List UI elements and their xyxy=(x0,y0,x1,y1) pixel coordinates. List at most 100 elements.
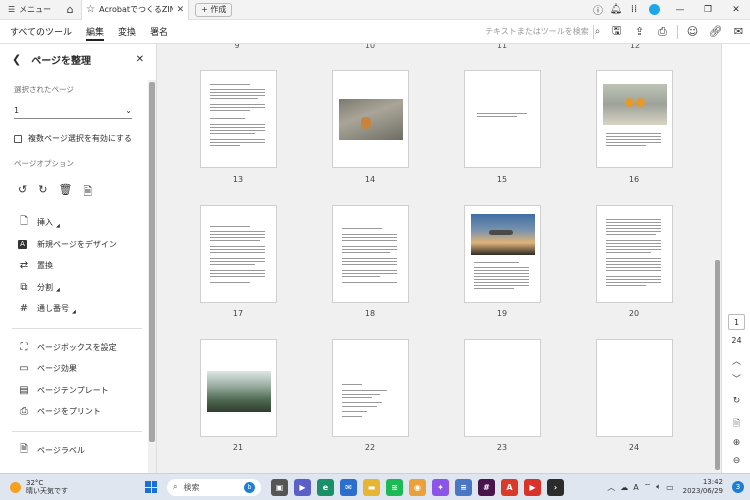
rotate-left-icon[interactable]: ↺ xyxy=(18,183,27,202)
page-thumbnail[interactable] xyxy=(464,205,541,303)
notification-badge[interactable]: 3 xyxy=(732,481,744,493)
pdf-icon[interactable]: ▶ xyxy=(524,478,541,496)
main-scrollbar[interactable] xyxy=(714,44,721,473)
page-effects-button[interactable]: ▭ ページ効果 xyxy=(0,358,156,380)
refresh-icon[interactable]: ↻ xyxy=(722,396,750,406)
extract-page-icon[interactable]: 🗎︎ xyxy=(83,183,92,202)
chevron-up-icon[interactable]: ︿ xyxy=(722,354,750,367)
insert-button[interactable]: 🗋︎ 挿入 ◢ xyxy=(0,212,156,234)
close-panel-icon[interactable]: ✕ xyxy=(136,54,144,65)
page-options-label: ページオプション xyxy=(14,159,74,168)
page-thumbnail[interactable] xyxy=(464,70,541,168)
acrobat-icon[interactable]: A xyxy=(501,478,518,496)
weather-widget[interactable]: 32°C 晴い天気です xyxy=(0,479,145,495)
zoom-out-icon[interactable]: ⊖ xyxy=(722,456,750,466)
split-button[interactable]: ⧉ 分割 ◢ xyxy=(0,277,156,299)
chevron-up-icon[interactable]: ︿ xyxy=(607,482,615,493)
page-thumbnail[interactable] xyxy=(200,70,277,168)
page-template-button[interactable]: ▤ ページテンプレート xyxy=(0,380,156,402)
print-page-button[interactable]: ⎙ ページをプリント xyxy=(0,401,156,423)
battery-icon[interactable]: ▭ xyxy=(666,483,674,492)
spotify-icon[interactable]: ≋ xyxy=(386,478,403,496)
document-tab[interactable]: ☆ AcrobatでつくるZINE.p... ✕ xyxy=(81,0,190,20)
save-icon[interactable]: 🖫︎ xyxy=(605,20,628,44)
wifi-icon[interactable]: ⌔ xyxy=(644,482,652,492)
link-icon[interactable]: 🔗︎ xyxy=(704,20,727,44)
close-window-icon[interactable]: ✕ xyxy=(722,0,750,20)
total-pages: 24 xyxy=(731,336,742,345)
terminal-icon[interactable]: › xyxy=(547,478,564,496)
maximize-icon[interactable]: ❐ xyxy=(694,0,722,20)
page-thumbnail[interactable] xyxy=(464,339,541,437)
page-icon[interactable]: 🗎︎ xyxy=(722,416,750,432)
chevron-down-icon[interactable]: ﹀ xyxy=(722,372,750,385)
search-input[interactable]: テキストまたはツールを検索 ⌕ xyxy=(485,26,600,37)
plus-icon: + xyxy=(201,5,211,14)
bates-numbering-button[interactable]: # 通し番号 ◢ xyxy=(0,298,156,320)
teams-icon[interactable]: ▶ xyxy=(294,478,311,496)
trash-icon[interactable]: 🗑︎ xyxy=(58,183,72,202)
zoom-in-icon[interactable]: ⊕ xyxy=(722,438,750,448)
help-icon[interactable]: ⓘ xyxy=(589,0,607,20)
clock[interactable]: 13:42 2023/06/29 xyxy=(683,478,723,496)
back-arrow-icon[interactable]: ❮ xyxy=(12,53,21,66)
windows-start-icon[interactable] xyxy=(145,481,157,493)
ime-indicator[interactable]: A xyxy=(633,483,638,492)
scroll-thumb[interactable] xyxy=(149,82,155,442)
slack-icon[interactable]: # xyxy=(478,478,495,496)
design-icon: A xyxy=(18,239,27,249)
photo-cat xyxy=(339,99,403,140)
page-thumbnail[interactable] xyxy=(596,205,673,303)
mail-icon[interactable]: ✉ xyxy=(340,478,357,496)
chrome-icon[interactable]: ◉ xyxy=(409,478,426,496)
taskbar-search[interactable]: ⌕ 検索 b xyxy=(167,478,261,496)
set-page-box-button[interactable]: ⛶ ページボックスを設定 xyxy=(0,337,156,359)
page-thumbnail[interactable] xyxy=(332,339,409,437)
upload-cloud-icon[interactable]: ⇪ xyxy=(628,20,651,44)
page-thumbnail[interactable] xyxy=(200,205,277,303)
menu-edit[interactable]: 編集 xyxy=(86,20,105,44)
current-page-input[interactable]: 1 xyxy=(728,314,745,330)
task-view-icon[interactable]: ▣ xyxy=(271,478,288,496)
selected-pages-dropdown[interactable]: 1 ⌄ xyxy=(14,103,132,119)
page-number: 18 xyxy=(364,309,376,318)
speaker-icon[interactable]: 🔈︎ xyxy=(656,482,661,492)
divider xyxy=(593,24,594,39)
weather-text: 晴い天気です xyxy=(26,487,68,495)
cloud-icon[interactable]: ☁ xyxy=(620,483,628,492)
scroll-thumb[interactable] xyxy=(715,260,720,470)
panel-scrollbar[interactable] xyxy=(148,80,156,476)
email-icon[interactable]: ✉ xyxy=(727,20,750,44)
menu-sign[interactable]: 署名 xyxy=(150,20,168,44)
edge-icon[interactable]: e xyxy=(317,478,334,496)
page-thumbnail[interactable] xyxy=(332,70,409,168)
dropdown-caret-icon: ◢ xyxy=(72,308,76,315)
page-thumbnail-grid: 9 10 11 12 13 14 15 16 17 18 19 20 21 22… xyxy=(157,44,721,473)
home-icon[interactable]: ⌂ xyxy=(59,0,81,20)
print-icon[interactable]: ⎙ xyxy=(651,20,674,44)
page-thumbnail[interactable] xyxy=(596,70,673,168)
bell-icon[interactable]: 🔔︎ xyxy=(607,0,625,20)
page-number: 21 xyxy=(232,443,244,452)
close-tab-icon[interactable]: ✕ xyxy=(177,5,185,15)
rotate-right-icon[interactable]: ↻ xyxy=(38,183,47,202)
star-icon[interactable]: ☆ xyxy=(86,4,95,15)
share-user-icon[interactable]: ☺ xyxy=(681,20,704,44)
notepad-icon[interactable]: ≡ xyxy=(455,478,472,496)
file-explorer-icon[interactable]: ▬ xyxy=(363,478,380,496)
menu-all-tools[interactable]: すべてのツール xyxy=(10,20,72,44)
minimize-icon[interactable]: — xyxy=(666,0,694,20)
multi-select-checkbox[interactable]: 複数ページ選択を有効にする xyxy=(0,133,156,144)
apps-grid-icon[interactable]: ⁞⁞ xyxy=(625,0,643,20)
page-thumbnail[interactable] xyxy=(200,339,277,437)
create-button[interactable]: + 作成 xyxy=(195,2,233,17)
messenger-icon[interactable]: ✦ xyxy=(432,478,449,496)
avatar[interactable] xyxy=(649,4,660,15)
page-thumbnail[interactable] xyxy=(332,205,409,303)
page-thumbnail[interactable] xyxy=(596,339,673,437)
replace-button[interactable]: ⇄ 置換 xyxy=(0,255,156,277)
menu-button[interactable]: ☰ メニュー xyxy=(0,0,59,20)
page-labels-button[interactable]: 🗎︎ ページラベル xyxy=(0,440,156,462)
design-new-page-button[interactable]: A 新規ページをデザイン xyxy=(0,234,156,256)
menu-convert[interactable]: 変換 xyxy=(118,20,136,44)
